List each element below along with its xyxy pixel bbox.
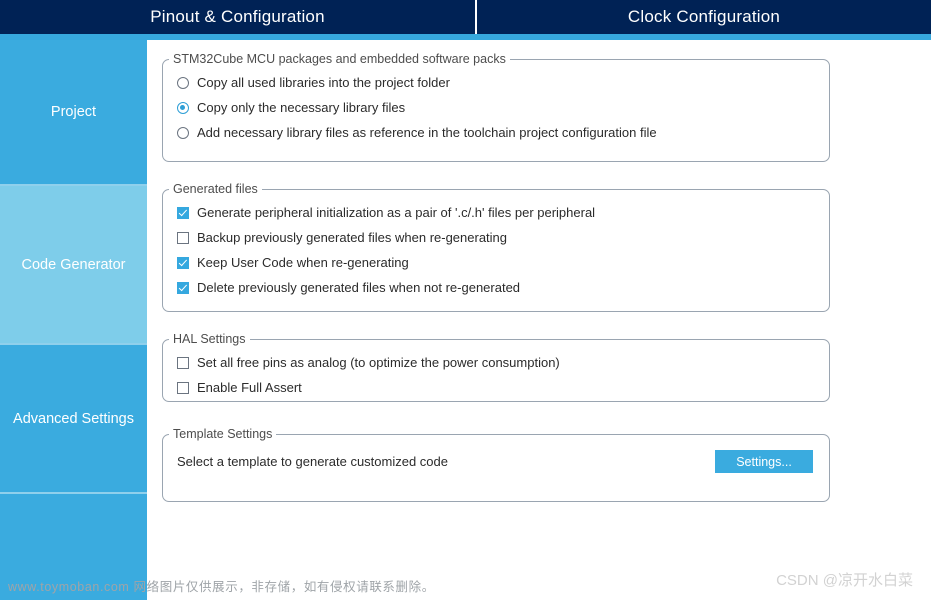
radio-copy-necessary-libraries-label: Copy only the necessary library files: [197, 100, 406, 115]
tab-pinout-configuration[interactable]: Pinout & Configuration: [0, 0, 477, 34]
radio-copy-all-libraries[interactable]: Copy all used libraries into the project…: [163, 70, 829, 95]
checkbox-checked-icon[interactable]: [177, 281, 189, 294]
radio-copy-necessary-libraries[interactable]: Copy only the necessary library files: [163, 95, 829, 120]
group-hal-settings: HAL Settings Set all free pins as analog…: [162, 332, 830, 402]
radio-add-library-reference[interactable]: Add necessary library files as reference…: [163, 120, 829, 145]
group-generated-files-title: Generated files: [173, 182, 258, 196]
template-settings-button[interactable]: Settings...: [715, 450, 813, 473]
radio-copy-all-libraries-label: Copy all used libraries into the project…: [197, 75, 450, 90]
sidebar-item-advanced-settings-label: Advanced Settings: [13, 410, 134, 427]
checkbox-generate-peripheral-init[interactable]: Generate peripheral initialization as a …: [163, 200, 829, 225]
mcu-packages-option-list: Copy all used libraries into the project…: [163, 66, 829, 145]
template-settings-description: Select a template to generate customized…: [177, 454, 448, 469]
checkbox-checked-icon[interactable]: [177, 256, 189, 269]
sidebar-item-code-generator-label: Code Generator: [21, 256, 126, 273]
group-mcu-packages: STM32Cube MCU packages and embedded soft…: [162, 52, 830, 162]
checkbox-delete-previous-files[interactable]: Delete previously generated files when n…: [163, 275, 829, 300]
tab-clock-configuration-label: Clock Configuration: [627, 7, 781, 26]
tab-pinout-configuration-label: Pinout & Configuration: [150, 7, 325, 26]
group-hal-settings-title: HAL Settings: [173, 332, 246, 346]
checkbox-checked-icon[interactable]: [177, 206, 189, 219]
checkbox-icon[interactable]: [177, 231, 189, 244]
checkbox-icon[interactable]: [177, 356, 189, 369]
generated-files-option-list: Generate peripheral initialization as a …: [163, 196, 829, 300]
group-generated-files: Generated files Generate peripheral init…: [162, 182, 830, 312]
checkbox-keep-user-code[interactable]: Keep User Code when re-generating: [163, 250, 829, 275]
checkbox-set-free-pins-analog-label: Set all free pins as analog (to optimize…: [197, 355, 560, 370]
group-mcu-packages-title: STM32Cube MCU packages and embedded soft…: [173, 52, 506, 66]
checkbox-set-free-pins-analog[interactable]: Set all free pins as analog (to optimize…: [163, 350, 829, 375]
checkbox-generate-peripheral-init-label: Generate peripheral initialization as a …: [197, 205, 596, 220]
checkbox-enable-full-assert[interactable]: Enable Full Assert: [163, 375, 829, 400]
checkbox-backup-previous-files[interactable]: Backup previously generated files when r…: [163, 225, 829, 250]
template-settings-row: Select a template to generate customized…: [163, 441, 829, 473]
watermark-toymoban: www.toymoban.com 网络图片仅供展示，非存储，如有侵权请联系删除。: [8, 580, 435, 594]
checkbox-icon[interactable]: [177, 381, 189, 394]
tab-bar: Pinout & Configuration Clock Configurati…: [0, 0, 931, 34]
group-template-settings: Template Settings Select a template to g…: [162, 427, 830, 502]
watermark-csdn: CSDN @凉开水白菜: [776, 572, 913, 589]
tab-clock-configuration[interactable]: Clock Configuration: [477, 0, 931, 34]
group-template-settings-title: Template Settings: [173, 427, 273, 441]
radio-icon[interactable]: [177, 76, 189, 89]
code-generator-panel: STM32Cube MCU packages and embedded soft…: [147, 40, 931, 600]
radio-selected-icon[interactable]: [177, 101, 189, 114]
checkbox-keep-user-code-label: Keep User Code when re-generating: [197, 255, 409, 270]
sidebar-item-project-label: Project: [50, 104, 97, 120]
sidebar-item-advanced-settings[interactable]: Advanced Settings: [0, 345, 147, 494]
hal-settings-option-list: Set all free pins as analog (to optimize…: [163, 346, 829, 400]
radio-icon[interactable]: [177, 126, 189, 139]
sidebar: Project Code Generator Advanced Settings: [0, 40, 147, 600]
sidebar-item-project[interactable]: Project: [0, 40, 147, 186]
radio-add-library-reference-label: Add necessary library files as reference…: [197, 125, 657, 140]
sidebar-item-code-generator[interactable]: Code Generator: [0, 186, 147, 345]
checkbox-backup-previous-files-label: Backup previously generated files when r…: [197, 230, 508, 245]
checkbox-enable-full-assert-label: Enable Full Assert: [197, 380, 302, 395]
checkbox-delete-previous-files-label: Delete previously generated files when n…: [197, 280, 521, 295]
